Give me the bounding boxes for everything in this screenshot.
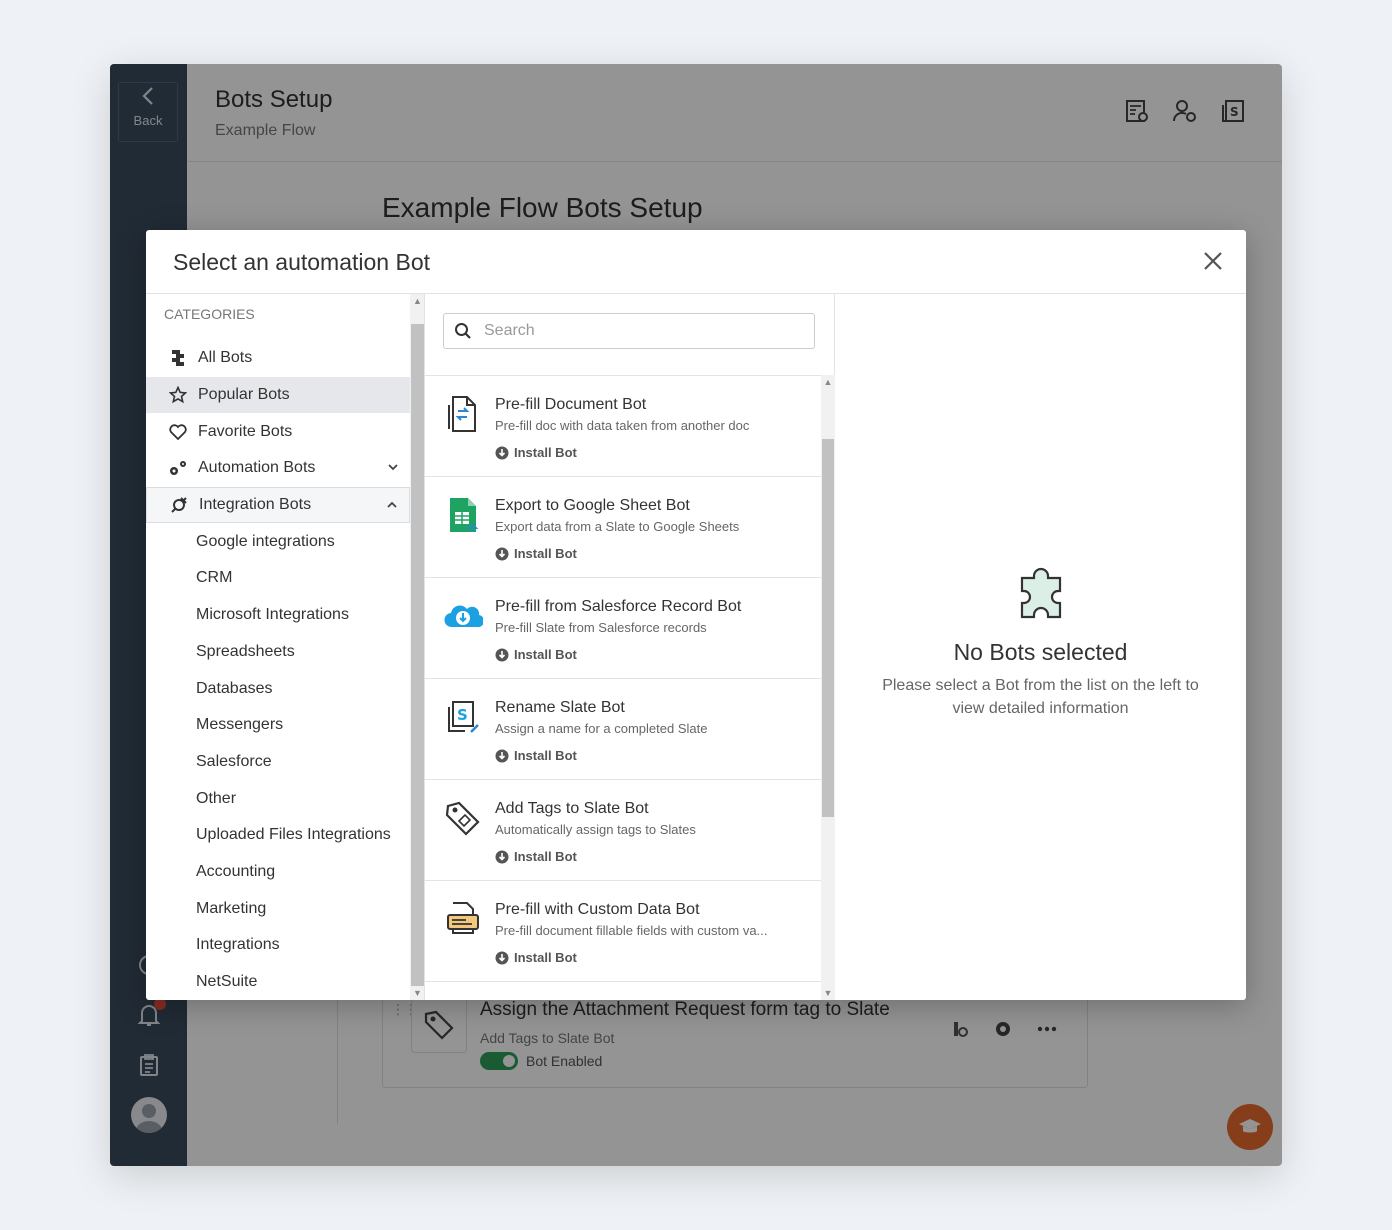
subcategory-item[interactable]: Marketing — [146, 890, 410, 927]
bot-name: Pre-fill with Custom Data Bot — [495, 901, 700, 918]
scroll-down-arrow-icon[interactable]: ▼ — [821, 988, 835, 998]
bot-name: Add Tags to Slate Bot — [495, 800, 649, 817]
bot-name: Pre-fill Document Bot — [495, 396, 647, 413]
empty-title: No Bots selected — [953, 639, 1128, 665]
bot-description: Export data from a Slate to Google Sheet… — [495, 519, 740, 534]
download-icon — [495, 850, 509, 863]
star-icon — [168, 385, 188, 405]
category-label: Popular Bots — [198, 386, 290, 404]
subcategory-item[interactable]: CRM — [146, 560, 410, 597]
download-icon — [495, 951, 509, 964]
install-bot-button[interactable]: Install Bot — [495, 950, 577, 965]
bot-description: Assign a name for a completed Slate — [495, 721, 708, 736]
bot-list-item[interactable]: Add Tags to Slate Bot Automatically assi… — [425, 780, 821, 881]
subcategory-item[interactable]: Integrations — [146, 927, 410, 964]
svg-text:S: S — [457, 706, 468, 724]
subcategory-item[interactable]: Google integrations — [146, 523, 410, 560]
category-label: All Bots — [198, 349, 253, 367]
gears-icon — [168, 458, 188, 478]
subcategory-item[interactable]: Accounting — [146, 854, 410, 891]
install-bot-button[interactable]: Install Bot — [495, 546, 577, 561]
download-icon — [495, 446, 509, 459]
bot-description: Pre-fill Slate from Salesforce records — [495, 620, 707, 635]
install-bot-button[interactable]: Install Bot — [495, 445, 577, 460]
download-icon — [495, 648, 509, 661]
rename-slate-icon: S — [443, 697, 483, 737]
subcategory-item[interactable]: Databases — [146, 670, 410, 707]
install-bot-button[interactable]: Install Bot — [495, 849, 577, 864]
empty-state: No Bots selected Please select a Bot fro… — [835, 566, 1246, 720]
bot-description: Pre-fill doc with data taken from anothe… — [495, 418, 750, 433]
categories-list: All Bots Popular Bots Favorite Bots Auto… — [146, 340, 410, 1000]
bot-description: Pre-fill document fillable fields with c… — [495, 923, 768, 938]
category-all-bots[interactable]: All Bots — [146, 340, 410, 377]
bot-name: Rename Slate Bot — [495, 699, 625, 716]
bot-list-item[interactable]: Export to Google Sheet Bot Export data f… — [425, 477, 821, 578]
install-bot-label: Install Bot — [514, 748, 577, 763]
categories-scrollbar[interactable]: ▲ ▼ — [410, 294, 425, 1000]
custom-data-icon — [443, 899, 483, 939]
subcategory-item[interactable]: Messengers — [146, 707, 410, 744]
bots-scrollbar[interactable]: ▲ ▼ — [821, 375, 835, 1000]
tag-icon — [443, 798, 483, 838]
subcategory-item[interactable]: Uploaded Files Integrations — [146, 817, 410, 854]
search-icon — [455, 323, 471, 339]
chevron-up-icon[interactable] — [387, 498, 397, 512]
subcategory-item[interactable]: Other — [146, 780, 410, 817]
install-bot-button[interactable]: Install Bot — [495, 748, 577, 763]
bots-list: Pre-fill Document Bot Pre-fill doc with … — [425, 375, 821, 1000]
bot-list-item[interactable]: Pre-fill with Custom Data Bot Pre-fill d… — [425, 881, 821, 982]
category-automation-bots[interactable]: Automation Bots — [146, 450, 410, 487]
bot-list-item[interactable]: Pre-fill from Salesforce Record Bot Pre-… — [425, 578, 821, 679]
close-icon[interactable] — [1200, 248, 1226, 274]
install-bot-label: Install Bot — [514, 546, 577, 561]
modal-header: Select an automation Bot — [146, 230, 1246, 294]
puzzle-icon — [168, 348, 188, 368]
install-bot-label: Install Bot — [514, 445, 577, 460]
scroll-down-arrow-icon[interactable]: ▼ — [410, 988, 425, 998]
document-transfer-icon — [443, 394, 483, 434]
scroll-up-arrow-icon[interactable]: ▲ — [821, 377, 835, 387]
salesforce-cloud-icon — [443, 596, 483, 636]
bot-list-item[interactable]: S Rename Slate Bot Assign a name for a c… — [425, 679, 821, 780]
subcategory-item[interactable]: Microsoft Integrations — [146, 597, 410, 634]
empty-description: Please select a Bot from the list on the… — [882, 677, 1199, 717]
category-label: Integration Bots — [199, 496, 312, 514]
categories-panel: CATEGORIES All Bots Popular Bots Favorit… — [146, 294, 410, 1000]
plug-icon — [169, 495, 189, 515]
subcategory-item[interactable]: NetSuite — [146, 964, 410, 1000]
modal-title: Select an automation Bot — [173, 249, 430, 275]
category-popular-bots[interactable]: Popular Bots — [146, 376, 410, 414]
scroll-up-arrow-icon[interactable]: ▲ — [410, 296, 425, 306]
subcategory-item[interactable]: Spreadsheets — [146, 634, 410, 671]
bot-name: Pre-fill from Salesforce Record Bot — [495, 598, 742, 615]
download-icon — [495, 749, 509, 762]
heart-icon — [168, 422, 188, 442]
category-integration-bots[interactable]: Integration Bots — [146, 486, 410, 524]
search-field[interactable] — [443, 313, 815, 349]
bots-scroll-thumb[interactable] — [822, 439, 834, 817]
download-icon — [495, 547, 509, 560]
install-bot-label: Install Bot — [514, 849, 577, 864]
google-sheets-icon — [443, 495, 483, 535]
categories-scroll-thumb[interactable] — [411, 324, 424, 986]
category-label: Automation Bots — [198, 459, 316, 477]
install-bot-label: Install Bot — [514, 950, 577, 965]
bots-list-panel: Pre-fill Document Bot Pre-fill doc with … — [425, 294, 835, 1000]
category-label: Favorite Bots — [198, 422, 293, 440]
install-bot-button[interactable]: Install Bot — [495, 647, 577, 662]
chevron-down-icon[interactable] — [388, 460, 398, 474]
categories-heading: CATEGORIES — [164, 306, 255, 322]
install-bot-label: Install Bot — [514, 647, 577, 662]
bot-name: Export to Google Sheet Bot — [495, 497, 690, 514]
search-input[interactable] — [484, 322, 784, 340]
bot-details-panel: No Bots selected Please select a Bot fro… — [835, 294, 1246, 1000]
category-favorite-bots[interactable]: Favorite Bots — [146, 413, 410, 450]
bot-description: Automatically assign tags to Slates — [495, 822, 696, 837]
select-bot-modal: Select an automation Bot CATEGORIES All … — [146, 230, 1246, 1000]
bot-list-item[interactable]: Pre-fill Document Bot Pre-fill doc with … — [425, 376, 821, 477]
subcategory-item[interactable]: Salesforce — [146, 744, 410, 781]
puzzle-icon — [1020, 567, 1061, 619]
